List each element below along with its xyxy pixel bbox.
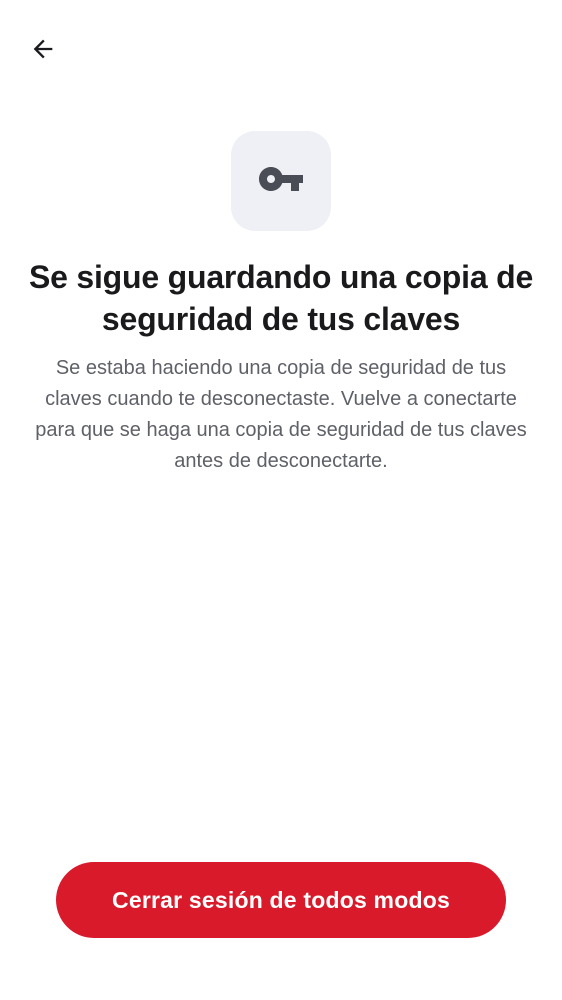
key-icon	[257, 155, 305, 208]
key-icon-tile	[231, 131, 331, 231]
description-text: Se estaba haciendo una copia de segurida…	[35, 357, 527, 472]
page-title: Se sigue guardando una copia de segurida…	[28, 259, 534, 337]
logout-anyway-button[interactable]: Cerrar sesión de todos modos	[56, 862, 506, 938]
arrow-left-icon	[29, 35, 57, 68]
back-button[interactable]	[22, 30, 64, 72]
